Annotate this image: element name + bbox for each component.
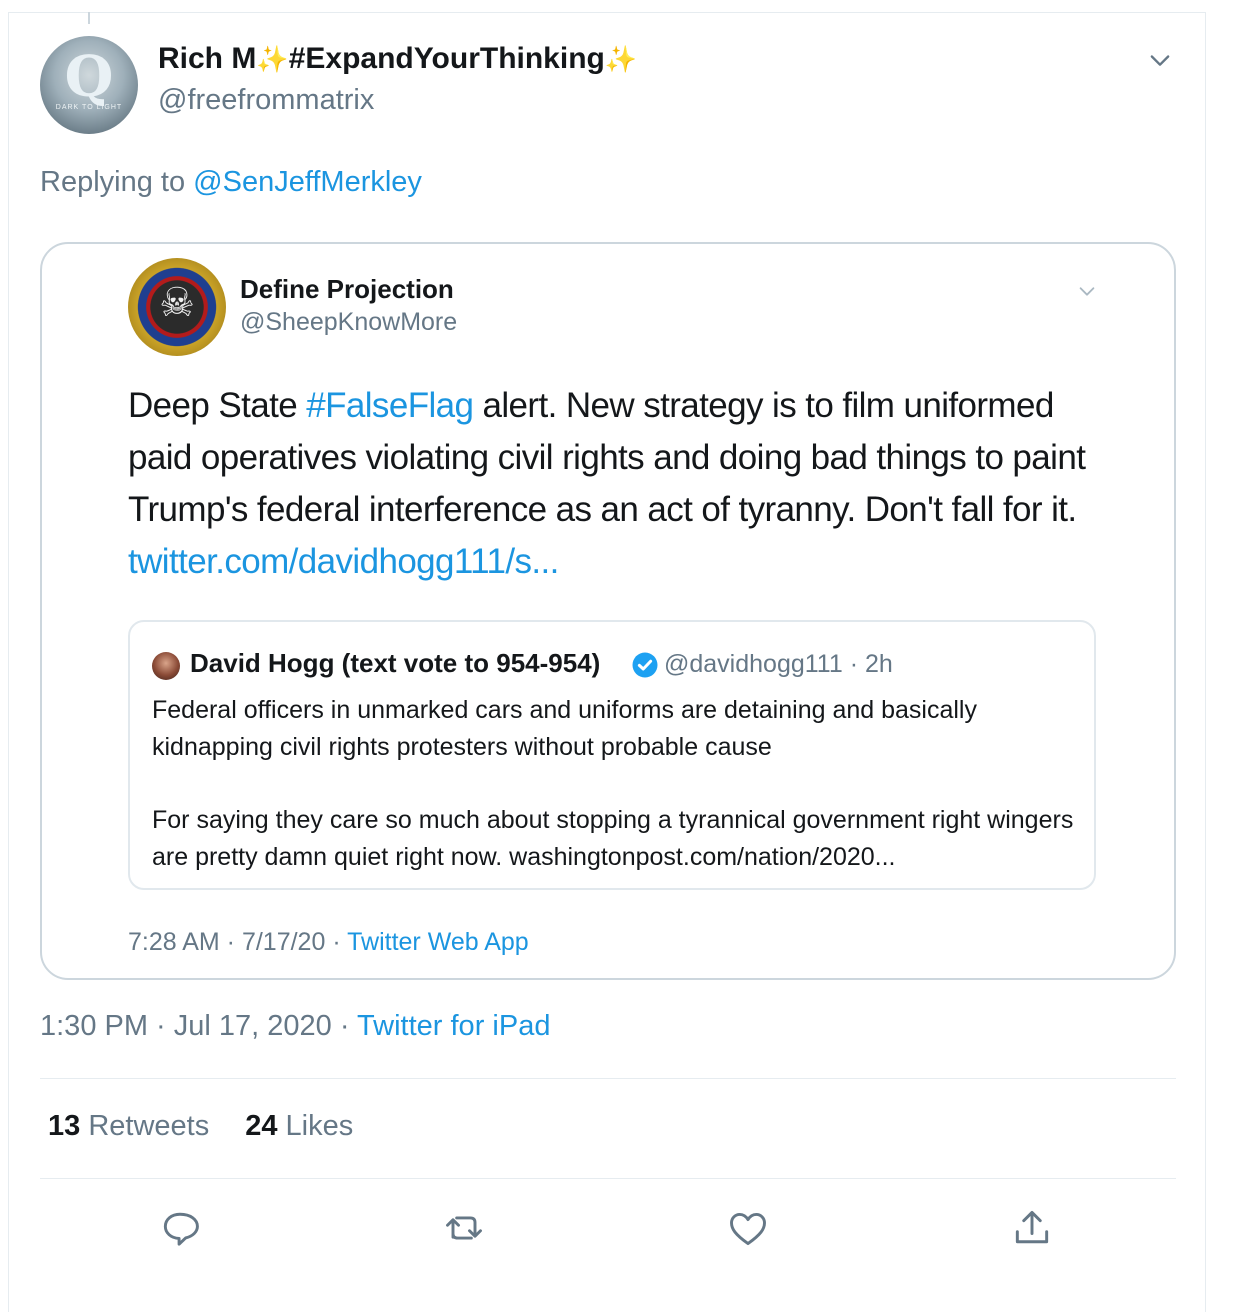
- chevron-down-icon[interactable]: [1146, 46, 1174, 74]
- retweets-stat[interactable]: 13 Retweets: [48, 1110, 209, 1142]
- inner-author-avatar: [152, 652, 180, 680]
- quoted-hashtag-link[interactable]: #FalseFlag: [306, 386, 474, 425]
- quoted-time: 7:28 AM: [128, 928, 220, 956]
- quoted-tweet-meta: 7:28 AM · 7/17/20 · Twitter Web App: [128, 928, 529, 956]
- retweets-label: Retweets: [88, 1110, 210, 1142]
- quoted-author-avatar[interactable]: ☠: [128, 258, 226, 356]
- inner-tweet-text: Federal officers in unmarked cars and un…: [152, 692, 1082, 876]
- sparkles-icon: ✨: [604, 44, 638, 74]
- reply-icon[interactable]: [158, 1206, 202, 1250]
- quoted-tweet-card[interactable]: ☠ Define Projection @SheepKnowMore Deep …: [40, 242, 1176, 980]
- thread-line: [88, 12, 90, 24]
- inner-para-2: For saying they care so much about stopp…: [152, 806, 1074, 871]
- tweet-meta: 1:30 PM · Jul 17, 2020 · Twitter for iPa…: [40, 1010, 551, 1042]
- avatar-tag: DARK TO LIGHT: [55, 104, 123, 111]
- likes-count: 24: [245, 1110, 278, 1142]
- divider: [40, 1178, 1176, 1179]
- likes-stat[interactable]: 24 Likes: [245, 1110, 353, 1142]
- tweet-time: 1:30 PM: [40, 1010, 148, 1042]
- share-icon[interactable]: [1010, 1206, 1054, 1250]
- quoted-source-link[interactable]: Twitter Web App: [347, 928, 529, 956]
- retweet-icon[interactable]: [442, 1206, 486, 1250]
- divider: [40, 1078, 1176, 1079]
- heart-icon[interactable]: [726, 1206, 770, 1250]
- quoted-url-link[interactable]: twitter.com/davidhogg111/s...: [128, 542, 559, 581]
- skull-icon: ☠: [159, 281, 195, 325]
- retweets-count: 13: [48, 1110, 81, 1142]
- author-avatar[interactable]: Q DARK TO LIGHT: [40, 36, 138, 134]
- inner-para-1: Federal officers in unmarked cars and un…: [152, 696, 977, 761]
- author-handle[interactable]: @freefrommatrix: [158, 84, 374, 117]
- author-name-hashtag: #ExpandYourThinking: [288, 42, 605, 75]
- tweet-source-link[interactable]: Twitter for iPad: [357, 1010, 550, 1042]
- replying-to-link[interactable]: @SenJeffMerkley: [193, 166, 422, 198]
- inner-author-name: David Hogg (text vote to 954-954): [190, 648, 601, 678]
- quoted-author-handle[interactable]: @SheepKnowMore: [240, 308, 457, 337]
- sparkles-icon: ✨: [256, 44, 289, 74]
- replying-prefix: Replying to: [40, 166, 186, 198]
- quoted-text-before: Deep State: [128, 386, 307, 425]
- quoted-tweet-text: Deep State #FalseFlag alert. New strateg…: [128, 380, 1118, 588]
- author-name-text: Rich M: [158, 42, 257, 75]
- quoted-date: 7/17/20: [241, 928, 326, 956]
- inner-age: 2h: [864, 650, 893, 678]
- chevron-down-icon[interactable]: [1076, 280, 1098, 302]
- avatar-q-glyph: Q: [64, 44, 114, 110]
- inner-quoted-tweet[interactable]: David Hogg (text vote to 954-954) @david…: [128, 620, 1096, 890]
- inner-author-handle: @davidhogg111: [664, 650, 843, 678]
- tweet-date: Jul 17, 2020: [173, 1010, 332, 1042]
- inner-dot: ·: [842, 650, 865, 678]
- author-name[interactable]: Rich M✨#ExpandYourThinking✨: [158, 42, 637, 76]
- likes-label: Likes: [285, 1110, 354, 1142]
- quoted-author-name[interactable]: Define Projection: [240, 274, 454, 305]
- inner-handle-age: @davidhogg111 · 2h: [664, 650, 893, 679]
- replying-to: Replying to @SenJeffMerkley: [40, 166, 422, 199]
- verified-badge-icon: [630, 650, 660, 680]
- tweet-stats: 13 Retweets 24 Likes: [48, 1110, 353, 1143]
